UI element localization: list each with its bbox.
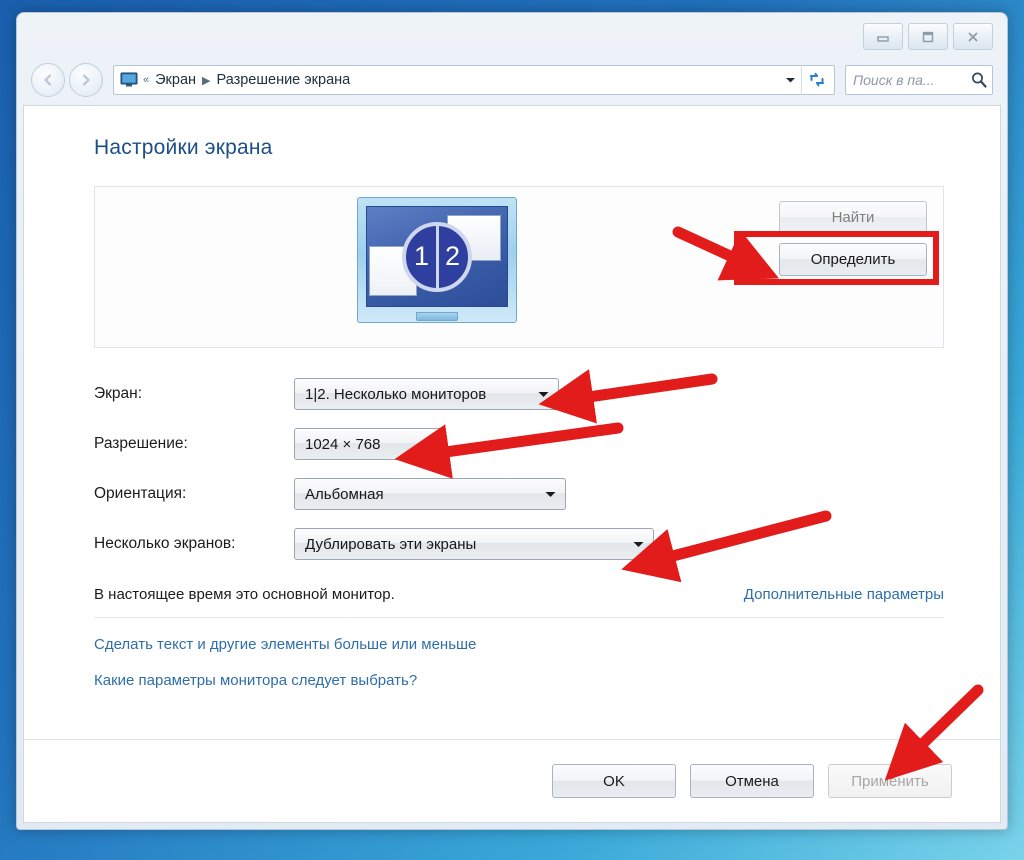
identify-button[interactable]: Определить [779, 243, 927, 276]
label-multiple-displays: Несколько экранов: [94, 535, 236, 552]
address-dropdown-button[interactable] [779, 67, 801, 93]
content-pane: Настройки экрана 1 2 Найти Определить Эк… [23, 105, 1001, 823]
close-button[interactable] [953, 23, 993, 50]
chevron-down-icon [785, 78, 795, 83]
screen-resolution-window: « Экран ▶ Разрешение экрана Поиск в па..… [16, 12, 1008, 830]
detect-button[interactable]: Найти [779, 201, 927, 234]
label-orientation: Ориентация: [94, 485, 187, 502]
multiple-displays-select-value: Дублировать эти экраны [305, 535, 477, 553]
chevron-down-icon [539, 479, 561, 509]
search-icon [972, 72, 987, 88]
orientation-select-value: Альбомная [305, 485, 384, 503]
chevron-down-icon [627, 529, 649, 559]
chevron-down-icon [415, 429, 437, 459]
multiple-displays-select[interactable]: Дублировать эти экраны [294, 528, 654, 560]
search-box[interactable]: Поиск в па... [845, 65, 993, 95]
back-arrow-icon [44, 74, 52, 86]
monitor-settings-help-link[interactable]: Какие параметры монитора следует выбрать… [94, 672, 944, 689]
title-bar [17, 13, 1007, 57]
resolution-select[interactable]: 1024 × 768 [294, 428, 442, 460]
breadcrumb-overflow[interactable]: « [143, 74, 149, 86]
ok-button[interactable]: OK [552, 764, 676, 798]
badge-number-1: 1 [413, 241, 430, 271]
preview-action-buttons: Найти Определить [779, 201, 927, 276]
forward-arrow-icon [82, 74, 90, 86]
navigation-bar: « Экран ▶ Разрешение экрана Поиск в па..… [17, 57, 1007, 103]
monitor-preview-graphic[interactable]: 1 2 [357, 197, 517, 323]
breadcrumb-item-screen-resolution[interactable]: Разрешение экрана [217, 72, 351, 88]
monitor-number-badge: 1 2 [402, 221, 472, 292]
help-links: Сделать текст и другие элементы больше и… [94, 636, 944, 689]
breadcrumb[interactable]: « Экран ▶ Разрешение экрана [143, 72, 779, 88]
row-display: Экран: 1|2. Несколько мониторов [94, 378, 944, 410]
display-select-value: 1|2. Несколько мониторов [305, 385, 487, 403]
status-row: В настоящее время это основной монитор. … [94, 586, 944, 618]
orientation-select[interactable]: Альбомная [294, 478, 566, 510]
refresh-button[interactable] [801, 65, 832, 95]
text-size-link[interactable]: Сделать текст и другие элементы больше и… [94, 636, 944, 653]
minimize-button[interactable] [863, 23, 903, 50]
search-input[interactable]: Поиск в па... [853, 72, 970, 88]
badge-number-2: 2 [444, 241, 461, 271]
label-display: Экран: [94, 385, 143, 402]
settings-body: Настройки экрана 1 2 Найти Определить Эк… [24, 106, 1000, 739]
breadcrumb-item-display[interactable]: Экран [155, 72, 196, 88]
chevron-down-icon [532, 379, 554, 409]
monitor-screen: 1 2 [366, 206, 508, 307]
dialog-footer: OK Отмена Применить [24, 739, 1000, 822]
row-multiple-displays: Несколько экранов: Дублировать эти экран… [94, 528, 944, 560]
minimize-icon [877, 35, 889, 42]
display-icon [120, 72, 138, 88]
apply-button: Применить [828, 764, 952, 798]
display-select[interactable]: 1|2. Несколько мониторов [294, 378, 559, 410]
label-resolution: Разрешение: [94, 435, 188, 452]
primary-monitor-status: В настоящее время это основной монитор. [94, 586, 395, 603]
maximize-button[interactable] [908, 23, 948, 50]
refresh-icon [810, 72, 824, 87]
breadcrumb-separator-icon: ▶ [202, 74, 211, 87]
forward-button[interactable] [69, 63, 103, 97]
close-icon [968, 31, 978, 42]
maximize-icon [922, 31, 934, 42]
advanced-settings-link[interactable]: Дополнительные параметры [744, 586, 944, 603]
monitor-preview-panel: 1 2 Найти Определить [94, 186, 944, 348]
page-title: Настройки экрана [94, 136, 273, 159]
window-controls [863, 23, 993, 50]
resolution-select-value: 1024 × 768 [305, 435, 381, 453]
address-bar[interactable]: « Экран ▶ Разрешение экрана [113, 65, 835, 95]
back-button[interactable] [31, 63, 65, 97]
cancel-button[interactable]: Отмена [690, 764, 814, 798]
row-resolution: Разрешение: 1024 × 768 [94, 428, 944, 460]
monitor-stand [416, 312, 458, 321]
badge-divider [435, 225, 439, 288]
row-orientation: Ориентация: Альбомная [94, 478, 944, 510]
